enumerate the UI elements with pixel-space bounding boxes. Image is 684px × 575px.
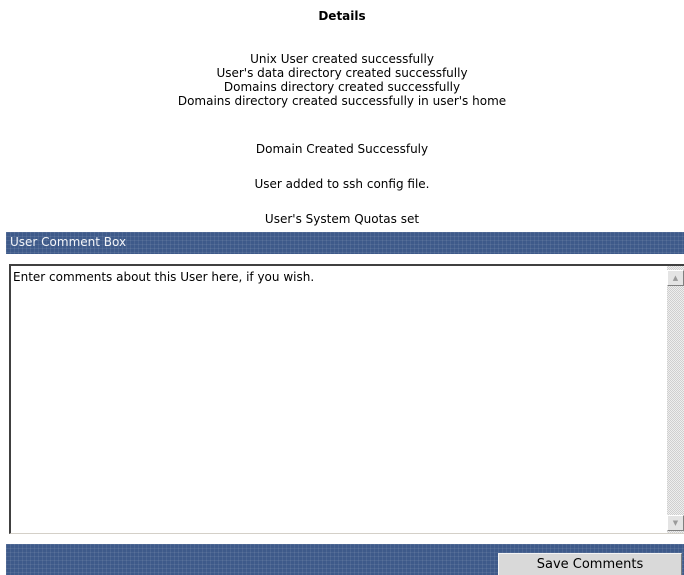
scroll-down-icon[interactable]: ▼: [667, 515, 684, 531]
scroll-up-icon[interactable]: ▲: [667, 270, 684, 286]
comment-textarea[interactable]: Enter comments about this User here, if …: [9, 264, 684, 534]
vertical-scrollbar[interactable]: ▲ ▼: [667, 266, 684, 533]
status-message: User's data directory created successful…: [216, 66, 468, 80]
quota-status-message: User's System Quotas set: [264, 212, 420, 226]
page: Details Unix User created successfully U…: [0, 0, 684, 575]
status-message-group: Unix User created successfully User's da…: [0, 52, 684, 108]
save-comments-button[interactable]: Save Comments: [498, 553, 682, 575]
domain-status-message: Domain Created Successfuly: [255, 142, 429, 156]
comment-box-footer: Save Comments: [6, 544, 684, 575]
status-message: Domains directory created successfully: [223, 80, 461, 94]
ssh-status-message: User added to ssh config file.: [254, 177, 430, 191]
status-message: Domains directory created successfully i…: [177, 94, 507, 108]
comment-box-title: User Comment Box: [10, 235, 127, 249]
details-heading: Details: [318, 9, 366, 23]
comment-text[interactable]: Enter comments about this User here, if …: [13, 270, 314, 284]
status-message: Unix User created successfully: [250, 52, 434, 66]
comment-box-header: User Comment Box: [6, 232, 684, 254]
